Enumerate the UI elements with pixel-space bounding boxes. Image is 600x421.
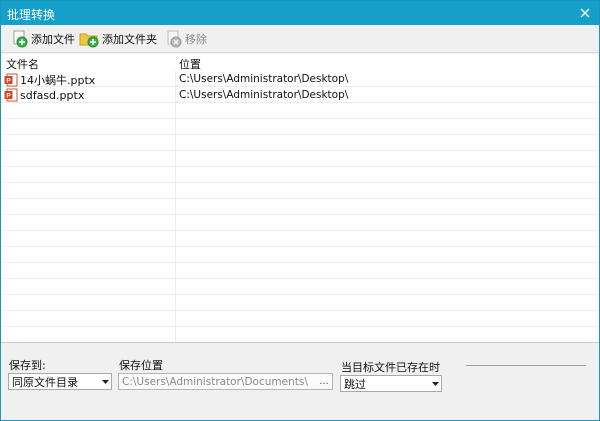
chevron-down-icon (99, 379, 111, 384)
file-location: C:\Users\Administrator\Desktop\ (179, 73, 349, 85)
file-name-cell: P sdfasd.pptx (4, 88, 84, 102)
title-bar: 批理转换 (1, 1, 599, 25)
pptx-file-icon: P (4, 88, 18, 102)
file-exists-label: 当目标文件已存在时 (341, 361, 440, 374)
save-to-dropdown[interactable]: 同原文件目录 (8, 373, 112, 390)
remove-icon (167, 30, 182, 48)
file-exists-value: 跳过 (344, 377, 366, 391)
separator-line (466, 365, 586, 366)
remove-label: 移除 (185, 33, 207, 46)
browse-button[interactable]: ... (316, 376, 332, 387)
remove-button[interactable]: 移除 (165, 28, 207, 50)
svg-text:P: P (6, 93, 11, 100)
file-name: sdfasd.pptx (20, 88, 85, 102)
save-location-field[interactable]: C:\Users\Administrator\Documents\ ... (118, 373, 333, 390)
pptx-file-icon: P (4, 73, 18, 87)
window-title: 批理转换 (7, 8, 56, 22)
add-folder-label: 添加文件夹 (102, 33, 157, 46)
column-header-location[interactable]: 位置 (179, 56, 201, 72)
close-button[interactable] (575, 3, 595, 23)
svg-text:P: P (6, 78, 11, 85)
list-rows: P 14小蜗牛.pptx C:\Users\Administrator\Desk… (1, 71, 599, 103)
batch-convert-window: 批理转换 添加文件 添加文件夹 移除 文件名 位置 P 14小蜗牛.pptx C… (0, 0, 600, 421)
add-file-label: 添加文件 (31, 33, 75, 46)
file-list[interactable]: 文件名 位置 P 14小蜗牛.pptx C:\Users\Administrat… (1, 54, 599, 343)
file-location: C:\Users\Administrator\Desktop\ (179, 89, 349, 101)
add-folder-button[interactable]: 添加文件夹 (79, 28, 157, 50)
save-location-label: 保存位置 (119, 359, 163, 372)
table-row[interactable]: P sdfasd.pptx C:\Users\Administrator\Des… (1, 87, 599, 103)
toolbar: 添加文件 添加文件夹 移除 (1, 25, 599, 53)
save-to-value: 同原文件目录 (12, 375, 78, 389)
output-settings-panel: 保存到: 同原文件目录 保存位置 C:\Users\Administrator\… (1, 344, 599, 420)
table-row[interactable]: P 14小蜗牛.pptx C:\Users\Administrator\Desk… (1, 71, 599, 87)
add-folder-icon (79, 33, 99, 48)
close-icon (580, 8, 590, 18)
empty-rows (1, 103, 599, 327)
add-file-icon (13, 30, 28, 48)
save-location-value: C:\Users\Administrator\Documents\ (122, 375, 308, 388)
add-file-button[interactable]: 添加文件 (11, 28, 75, 50)
save-to-label: 保存到: (9, 359, 46, 372)
chevron-down-icon (429, 381, 441, 386)
file-name: 14小蜗牛.pptx (20, 74, 96, 87)
list-header: 文件名 位置 (1, 54, 599, 71)
column-header-name[interactable]: 文件名 (6, 56, 39, 72)
file-exists-dropdown[interactable]: 跳过 (340, 375, 442, 392)
file-name-cell: P 14小蜗牛.pptx (4, 72, 95, 88)
